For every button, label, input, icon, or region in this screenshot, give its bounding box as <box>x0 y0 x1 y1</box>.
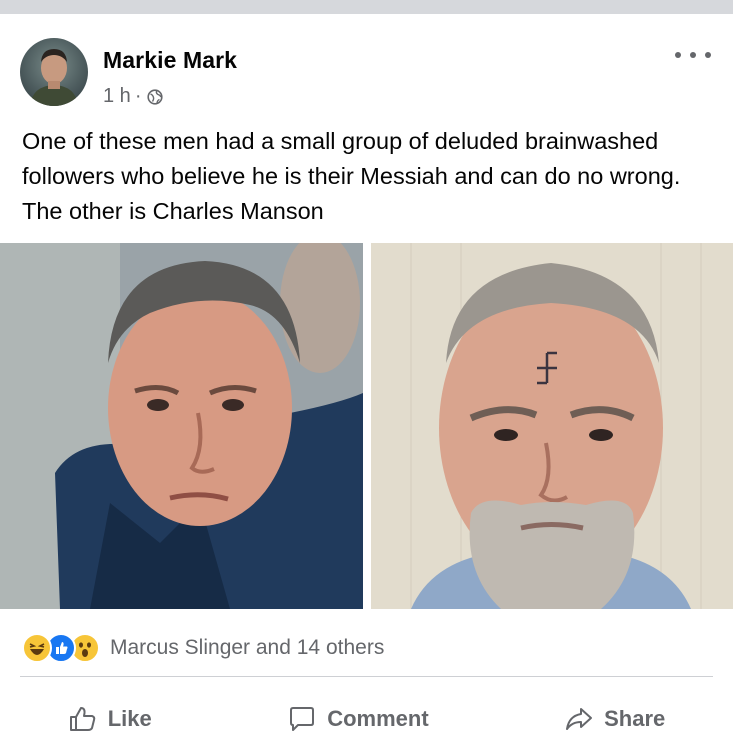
post-text: One of these men had a small group of de… <box>22 128 681 224</box>
haha-reaction-icon <box>22 633 52 663</box>
photo-right[interactable] <box>371 243 733 609</box>
post-actions-bar: Like Comment Share <box>0 689 733 749</box>
comment-label: Comment <box>327 706 429 731</box>
comment-icon <box>290 707 315 731</box>
comment-button[interactable]: Comment <box>273 696 442 742</box>
share-label: Share <box>604 706 666 731</box>
post-author-name[interactable]: Markie Mark <box>103 47 237 74</box>
more-dot <box>690 52 696 58</box>
post-meta: 1 h · <box>103 84 164 108</box>
more-dot <box>705 52 711 58</box>
avatar[interactable] <box>20 38 88 106</box>
actions-divider <box>20 676 713 677</box>
more-dot <box>675 52 681 58</box>
thumbs-up-icon <box>69 707 95 731</box>
more-options-icon[interactable] <box>675 44 711 66</box>
post-timestamp[interactable]: 1 h <box>103 85 131 108</box>
share-icon <box>566 708 593 730</box>
feed-separator-strip <box>0 0 733 14</box>
like-button[interactable]: Like <box>54 696 166 742</box>
avatar-image <box>30 49 78 106</box>
bearded-man-mugshot-photo <box>371 243 733 609</box>
globe-icon[interactable] <box>147 88 164 105</box>
meta-separator: · <box>134 84 142 107</box>
photo-left[interactable] <box>0 243 363 609</box>
man-in-coat-photo <box>0 243 363 609</box>
reactions-summary[interactable]: Marcus Slinger and 14 others <box>22 633 384 663</box>
share-button[interactable]: Share <box>550 696 679 742</box>
reaction-summary-text[interactable]: Marcus Slinger and 14 others <box>110 636 384 660</box>
feed-post: Markie Mark 1 h · One of these men had a… <box>0 14 733 750</box>
post-photos <box>0 243 733 609</box>
like-label: Like <box>107 706 152 731</box>
